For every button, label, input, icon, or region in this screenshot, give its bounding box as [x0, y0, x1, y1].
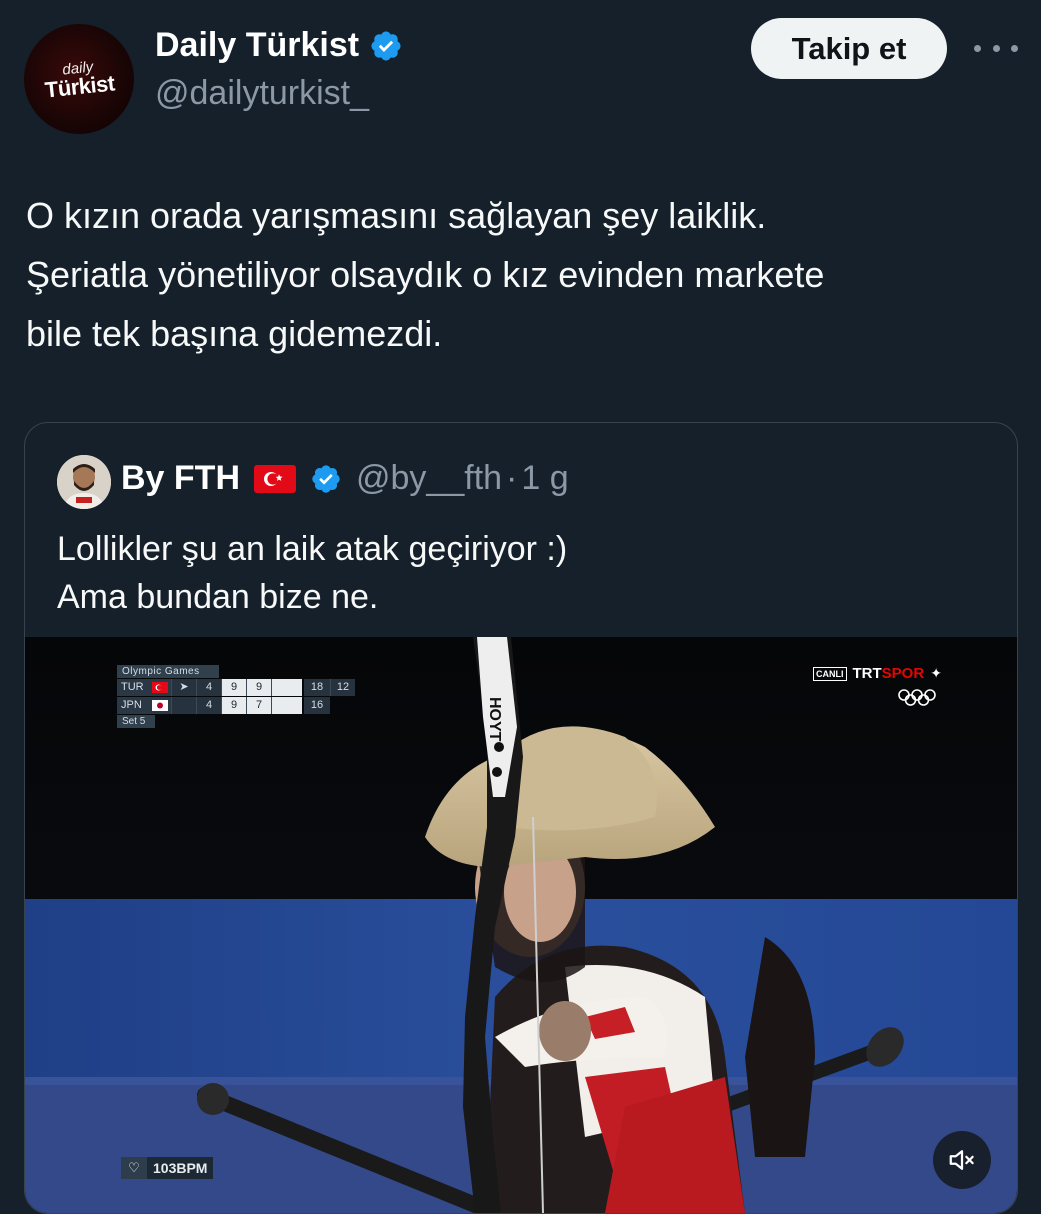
tweet-line: bile tek başına gidemezdi. — [26, 313, 443, 354]
tweet-line: O kızın orada yarışmasını sağlayan şey l… — [26, 195, 767, 236]
olympic-rings-icon — [898, 689, 936, 706]
quoted-header: By FTH @by__fth · 1 g — [121, 459, 569, 498]
author-name-row[interactable]: Daily Türkist — [155, 26, 403, 65]
broadcaster-spor: SPOR — [881, 665, 925, 682]
quoted-line: Ama bundan bize ne. — [57, 578, 379, 616]
set-points: 4 — [196, 697, 221, 714]
scoreboard: Olympic Games TUR ➤ 4 9 9 18 12 JPN 4 9 … — [117, 665, 355, 728]
heart-rate-display: ♡ 103BPM — [121, 1157, 214, 1179]
arrow-score-empty — [271, 697, 302, 714]
heart-rate-value: 103BPM — [147, 1157, 214, 1179]
tweet-text: O kızın orada yarışmasını sağlayan şey l… — [26, 186, 1016, 363]
tweet-line: Şeriatla yönetiliyor olsaydık o kız evin… — [26, 254, 825, 295]
team-code: TUR — [117, 679, 149, 696]
set-total: 16 — [304, 697, 330, 714]
set-points: 4 — [196, 679, 221, 696]
quoted-timestamp[interactable]: 1 g — [521, 459, 568, 498]
set-total: 18 — [304, 679, 330, 696]
arrow-score: 9 — [221, 679, 246, 696]
verified-badge-icon — [312, 464, 340, 493]
arrow-score: 7 — [246, 697, 271, 714]
more-dot — [974, 44, 981, 52]
heart-icon: ♡ — [121, 1157, 147, 1179]
arrow-cell — [171, 697, 196, 714]
quoted-text: Lollikler şu an laik atak geçiriyor :) A… — [57, 525, 567, 621]
turkey-flag-icon — [149, 679, 171, 696]
extra-score: 12 — [330, 679, 355, 696]
more-options-icon[interactable] — [974, 33, 1018, 63]
follow-button[interactable]: Takip et — [751, 18, 947, 79]
more-dot — [992, 44, 1000, 52]
speaker-mute-glyph — [949, 1150, 974, 1170]
turkey-flag-icon — [254, 464, 296, 493]
quoted-line: Lollikler şu an laik atak geçiriyor :) — [57, 530, 568, 568]
live-label: CANLI — [813, 666, 847, 681]
avatar-logo-bottom: Türkist — [43, 69, 116, 103]
verified-badge-icon — [371, 30, 401, 61]
video-player[interactable]: HOYT Olympic Games TUR ➤ 4 9 9 18 12 JPN — [25, 637, 1017, 1213]
scoreboard-row: TUR ➤ 4 9 9 18 12 — [117, 679, 355, 696]
quoted-author-handle[interactable]: @by__fth — [356, 459, 502, 498]
author-name[interactable]: Daily Türkist — [155, 26, 359, 65]
broadcaster-logo: CANLI TRTSPOR ✦ — [813, 665, 942, 682]
japan-flag-icon — [149, 697, 171, 714]
author-avatar[interactable]: daily Türkist — [24, 24, 134, 134]
person-avatar-icon — [57, 455, 111, 509]
quoted-author-avatar[interactable] — [57, 455, 111, 509]
quoted-tweet[interactable]: By FTH @by__fth · 1 g Lollikler şu an la… — [24, 422, 1018, 1214]
arrow-score: 9 — [246, 679, 271, 696]
volume-muted-icon[interactable] — [933, 1131, 991, 1189]
arrow-score-empty — [271, 679, 302, 696]
set-label: Set 5 — [117, 715, 155, 728]
avatar-logo: daily Türkist — [42, 57, 116, 103]
broadcaster-trt: TRT — [852, 665, 882, 682]
svg-text:HOYT: HOYT — [486, 697, 503, 742]
quoted-author-name[interactable]: By FTH — [121, 459, 240, 498]
star-crescent-icon: ✦ — [930, 665, 942, 681]
meta-separator: · — [506, 459, 518, 497]
team-code: JPN — [117, 697, 149, 714]
arrow-score: 9 — [221, 697, 246, 714]
broadcaster-name: TRTSPOR — [853, 665, 925, 682]
scoreboard-row: JPN 4 9 7 16 — [117, 697, 355, 714]
more-dot — [1011, 44, 1018, 52]
arrow-icon: ➤ — [171, 679, 196, 696]
scoreboard-title: Olympic Games — [117, 665, 219, 678]
author-handle[interactable]: @dailyturkist_ — [155, 74, 369, 113]
